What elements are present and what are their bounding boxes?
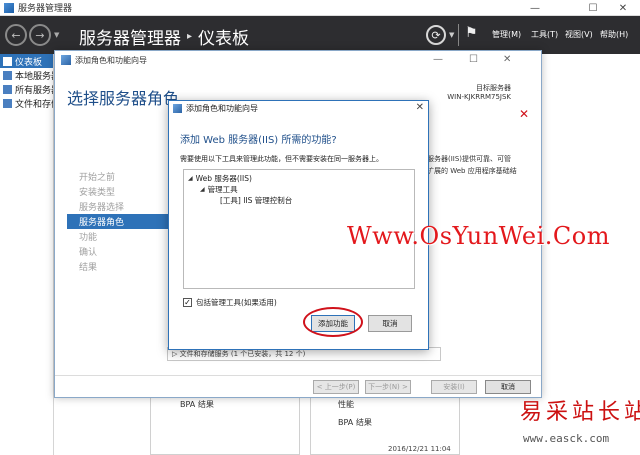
include-tools-label: 包括管理工具(如果适用) xyxy=(196,298,277,307)
previous-button[interactable]: < 上一步(P) xyxy=(313,380,359,394)
menu-help[interactable]: 帮助(H) xyxy=(600,29,628,40)
tree-expand-icon[interactable]: ◢ xyxy=(188,175,193,182)
sidebar-item-local-server[interactable]: 本地服务器 xyxy=(0,68,53,82)
step-features[interactable]: 功能 xyxy=(67,229,171,244)
sidebar-item-label: 文件和存储服务 xyxy=(15,99,53,110)
menu-view[interactable]: 视图(V) xyxy=(565,29,593,40)
history-chevron-down-icon[interactable]: ▼ xyxy=(54,31,59,39)
close-window-button[interactable]: ✕ xyxy=(608,0,638,16)
watermark-cn-site: 易采站长站 xyxy=(520,400,640,425)
watermark-site-url: Www.OsYunWei.Com xyxy=(347,222,610,250)
sidebar-item-label: 仪表板 xyxy=(15,57,43,68)
menu-manage[interactable]: 管理(M) xyxy=(492,29,521,40)
dashboard-icon xyxy=(3,56,12,66)
breadcrumb-page: 仪表板 xyxy=(198,29,250,49)
wizard-minimize-icon[interactable]: — xyxy=(433,54,443,65)
role-description-line-1: 服务器(IIS)提供可靠、可管 xyxy=(427,155,512,163)
dialog-close-icon[interactable]: ✕ xyxy=(416,102,424,113)
maximize-button[interactable]: ☐ xyxy=(578,0,608,16)
tree-expand-icon[interactable]: ◢ xyxy=(200,186,205,193)
role-description-line-2: 扩展的 Web 应用程序基础结 xyxy=(427,167,517,175)
notifications-flag-icon[interactable]: ⚑ xyxy=(465,25,478,41)
servers-icon xyxy=(3,84,12,94)
tree-item-web-server[interactable]: ◢ Web 服务器(IIS) xyxy=(188,173,252,184)
refresh-chevron-down-icon[interactable]: ▼ xyxy=(449,31,454,39)
highlight-annotation xyxy=(303,307,363,337)
server-manager-titlebar: 服务器管理器 — ☐ ✕ xyxy=(0,0,640,16)
step-confirmation[interactable]: 确认 xyxy=(67,244,171,259)
dialog-heading: 添加 Web 服务器(IIS) 所需的功能? xyxy=(180,135,337,146)
include-tools-checkbox-row[interactable]: ✓ 包括管理工具(如果适用) xyxy=(183,297,277,308)
bpa-results-left[interactable]: BPA 结果 xyxy=(180,399,214,410)
dialog-app-icon xyxy=(173,104,182,113)
dashboard-tile-left: BPA 结果 xyxy=(150,392,300,455)
window-title: 服务器管理器 xyxy=(18,4,73,14)
next-button[interactable]: 下一步(N) > xyxy=(365,380,411,394)
wizard-cancel-button[interactable]: 取消 xyxy=(485,380,531,394)
role-description: 服务器(IIS)提供可靠、可管 扩展的 Web 应用程序基础结 xyxy=(427,153,543,177)
destination-server-label: 目标服务器 xyxy=(476,84,511,92)
install-button[interactable]: 安装(I) xyxy=(431,380,477,394)
breadcrumb: 服务器管理器 ▸ 仪表板 xyxy=(79,24,249,49)
tree-item-label: 管理工具 xyxy=(207,185,238,194)
tree-item-label: Web 服务器(IIS) xyxy=(195,174,252,183)
step-installation-type[interactable]: 安装类型 xyxy=(67,184,171,199)
minimize-button[interactable]: — xyxy=(520,0,550,16)
header-divider xyxy=(458,24,459,46)
watermark-cn-url: www.easck.com xyxy=(523,432,610,445)
sidebar-item-dashboard[interactable]: 仪表板 xyxy=(0,54,53,68)
forward-arrow-icon[interactable]: → xyxy=(29,24,51,46)
wizard-title: 添加角色和功能向导 xyxy=(75,55,147,65)
back-arrow-icon[interactable]: ← xyxy=(5,24,27,46)
storage-icon xyxy=(3,98,12,108)
step-server-roles[interactable]: 服务器角色 xyxy=(67,214,171,229)
refresh-icon[interactable]: ⟳ xyxy=(426,25,446,45)
sidebar-item-all-servers[interactable]: 所有服务器 xyxy=(0,82,53,96)
step-before-you-begin[interactable]: 开始之前 xyxy=(67,169,171,184)
tile-timestamp: 2016/12/21 11:04 xyxy=(388,445,451,453)
breadcrumb-separator-icon: ▸ xyxy=(187,31,193,42)
dialog-title: 添加角色和功能向导 xyxy=(186,104,258,113)
tree-item-management-tools[interactable]: ◢ 管理工具 xyxy=(200,184,238,195)
server-icon xyxy=(3,70,12,80)
performance-link[interactable]: 性能 xyxy=(338,399,354,410)
error-close-icon[interactable]: ✕ xyxy=(519,107,529,121)
sidebar-item-label: 本地服务器 xyxy=(15,71,53,82)
wizard-steps: 开始之前 安装类型 服务器选择 服务器角色 功能 确认 结果 xyxy=(67,169,171,274)
wizard-heading: 选择服务器角色 xyxy=(67,89,180,108)
server-manager-header: ← → ▼ 服务器管理器 ▸ 仪表板 ⟳ ▼ ⚑ 管理(M) 工具(T) 视图(… xyxy=(0,16,640,54)
include-tools-checkbox[interactable]: ✓ xyxy=(183,298,192,307)
sidebar-item-file-storage[interactable]: 文件和存储服务 xyxy=(0,96,53,110)
menu-tools[interactable]: 工具(T) xyxy=(531,29,558,40)
wizard-button-bar: < 上一步(P) 下一步(N) > 安装(I) 取消 xyxy=(55,375,541,397)
server-manager-sidebar: 仪表板 本地服务器 所有服务器 文件和存储服务 xyxy=(0,54,54,455)
wizard-maximize-icon[interactable]: ☐ xyxy=(469,54,478,65)
dialog-description: 需要使用以下工具来管理此功能，但不需要安装在同一服务器上。 xyxy=(180,155,383,163)
bpa-results-right[interactable]: BPA 结果 xyxy=(338,417,372,428)
destination-server-name: WIN-KJKRRM75JSK xyxy=(447,93,511,101)
tree-item-iis-console[interactable]: [工具] IIS 管理控制台 xyxy=(220,195,292,206)
tree-item-label: [工具] IIS 管理控制台 xyxy=(220,196,293,205)
sidebar-item-label: 所有服务器 xyxy=(15,85,53,96)
server-manager-app-icon xyxy=(4,2,14,13)
wizard-app-icon xyxy=(61,55,71,65)
wizard-close-icon[interactable]: ✕ xyxy=(503,54,511,65)
step-results[interactable]: 结果 xyxy=(67,259,171,274)
breadcrumb-root: 服务器管理器 xyxy=(79,29,181,49)
dialog-titlebar: 添加角色和功能向导 xyxy=(169,101,428,116)
dialog-cancel-button[interactable]: 取消 xyxy=(368,315,412,332)
step-server-selection[interactable]: 服务器选择 xyxy=(67,199,171,214)
